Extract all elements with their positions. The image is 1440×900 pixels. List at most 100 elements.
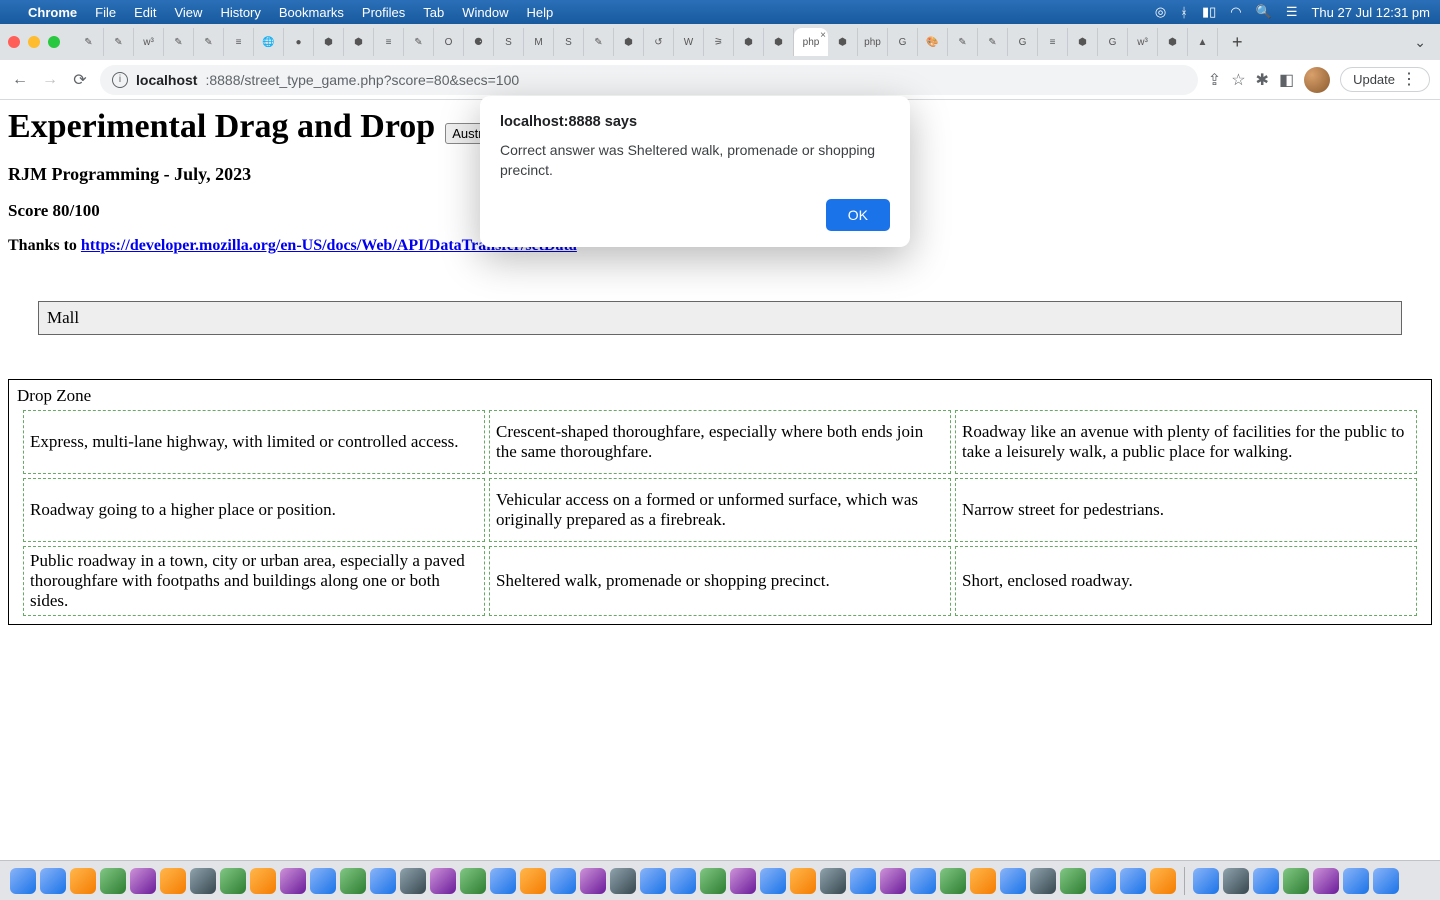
dock-app-icon[interactable] — [220, 868, 246, 894]
site-info-icon[interactable]: i — [112, 72, 128, 88]
drop-cell[interactable]: Sheltered walk, promenade or shopping pr… — [489, 546, 951, 616]
dock-app-icon[interactable] — [730, 868, 756, 894]
browser-tab[interactable]: ✎ — [948, 28, 978, 56]
menu-profiles[interactable]: Profiles — [362, 5, 405, 20]
dock-app-icon[interactable] — [970, 868, 996, 894]
screen-record-icon[interactable]: ◎ — [1155, 4, 1166, 20]
dock-app-icon[interactable] — [700, 868, 726, 894]
browser-tab[interactable]: ⬢ — [344, 28, 374, 56]
bluetooth-icon[interactable]: ᚼ — [1180, 5, 1188, 20]
extensions-icon[interactable]: ✱ — [1256, 70, 1269, 90]
browser-tab[interactable]: ⚈ — [464, 28, 494, 56]
minimize-window-button[interactable] — [28, 36, 40, 48]
sidepanel-icon[interactable]: ◧ — [1279, 70, 1294, 90]
drop-cell[interactable]: Roadway like an avenue with plenty of fa… — [955, 410, 1417, 474]
new-tab-button[interactable]: + — [1224, 32, 1251, 53]
browser-tab[interactable]: ✎ — [164, 28, 194, 56]
update-button[interactable]: Update⋮ — [1340, 67, 1430, 92]
dock-app-icon[interactable] — [340, 868, 366, 894]
browser-tab[interactable]: ≡ — [374, 28, 404, 56]
dock-app-icon[interactable] — [580, 868, 606, 894]
dock-app-icon[interactable] — [1090, 868, 1116, 894]
dock-app-icon[interactable] — [940, 868, 966, 894]
browser-tab[interactable]: ✎ — [74, 28, 104, 56]
dock-app-icon[interactable] — [1193, 868, 1219, 894]
dock-app-icon[interactable] — [820, 868, 846, 894]
menu-window[interactable]: Window — [462, 5, 508, 20]
thanks-link[interactable]: https://developer.mozilla.org/en-US/docs… — [81, 237, 577, 254]
dock-app-icon[interactable] — [160, 868, 186, 894]
dock-app-icon[interactable] — [880, 868, 906, 894]
clock[interactable]: Thu 27 Jul 12:31 pm — [1311, 5, 1430, 20]
menu-history[interactable]: History — [220, 5, 260, 20]
dock-app-icon[interactable] — [40, 868, 66, 894]
bookmark-star-icon[interactable]: ☆ — [1231, 70, 1245, 90]
dock-app-icon[interactable] — [1000, 868, 1026, 894]
browser-tab[interactable]: G — [1098, 28, 1128, 56]
wifi-icon[interactable]: ◠ — [1230, 4, 1241, 20]
browser-tab[interactable]: ⚞ — [704, 28, 734, 56]
browser-tab[interactable]: ⬢ — [1068, 28, 1098, 56]
browser-tab[interactable]: G — [888, 28, 918, 56]
browser-tab[interactable]: ⬢ — [828, 28, 858, 56]
dock-app-icon[interactable] — [1223, 868, 1249, 894]
control-center-icon[interactable]: ☰ — [1286, 4, 1298, 20]
reload-button[interactable]: ⟳ — [70, 70, 90, 90]
dock-app-icon[interactable] — [100, 868, 126, 894]
dock-app-icon[interactable] — [610, 868, 636, 894]
browser-tab[interactable]: w³ — [134, 28, 164, 56]
browser-tab[interactable]: ⬢ — [614, 28, 644, 56]
browser-tab[interactable]: ✎ — [104, 28, 134, 56]
dock-app-icon[interactable] — [370, 868, 396, 894]
maximize-window-button[interactable] — [48, 36, 60, 48]
dock-app-icon[interactable] — [1253, 868, 1279, 894]
browser-tab[interactable]: ✎ — [404, 28, 434, 56]
dock-app-icon[interactable] — [10, 868, 36, 894]
browser-tab[interactable]: ↺ — [644, 28, 674, 56]
dock-app-icon[interactable] — [850, 868, 876, 894]
drop-cell[interactable]: Roadway going to a higher place or posit… — [23, 478, 485, 542]
browser-tab[interactable]: ⬢ — [314, 28, 344, 56]
back-button[interactable]: ← — [10, 71, 30, 89]
forward-button[interactable]: → — [40, 71, 60, 89]
drop-zone[interactable]: Drop Zone Express, multi-lane highway, w… — [8, 379, 1432, 625]
browser-tab[interactable]: 🎨 — [918, 28, 948, 56]
profile-avatar[interactable] — [1304, 67, 1330, 93]
battery-icon[interactable]: ▮▯ — [1202, 4, 1216, 20]
close-window-button[interactable] — [8, 36, 20, 48]
dock-app-icon[interactable] — [790, 868, 816, 894]
dock-app-icon[interactable] — [910, 868, 936, 894]
dock-app-icon[interactable] — [250, 868, 276, 894]
app-name[interactable]: Chrome — [28, 5, 77, 20]
browser-tab-active[interactable]: php× — [794, 28, 828, 56]
drop-cell[interactable]: Crescent-shaped thoroughfare, especially… — [489, 410, 951, 474]
dock-app-icon[interactable] — [1150, 868, 1176, 894]
browser-tab[interactable]: ▲ — [1188, 28, 1218, 56]
dock-app-icon[interactable] — [280, 868, 306, 894]
dock-app-icon[interactable] — [1060, 868, 1086, 894]
browser-tab[interactable]: ● — [284, 28, 314, 56]
tab-close-icon[interactable]: × — [820, 30, 826, 41]
dock-app-icon[interactable] — [760, 868, 786, 894]
browser-tab[interactable]: ⬢ — [734, 28, 764, 56]
street-type-select[interactable]: Australian S — [445, 123, 529, 144]
menu-file[interactable]: File — [95, 5, 116, 20]
dock-app-icon[interactable] — [670, 868, 696, 894]
dock-app-icon[interactable] — [1120, 868, 1146, 894]
dock-app-icon[interactable] — [190, 868, 216, 894]
drop-cell[interactable]: Narrow street for pedestrians. — [955, 478, 1417, 542]
browser-tab[interactable]: W — [674, 28, 704, 56]
dock-app-icon[interactable] — [1030, 868, 1056, 894]
browser-tab[interactable]: ⬢ — [764, 28, 794, 56]
drop-cell[interactable]: Vehicular access on a formed or unformed… — [489, 478, 951, 542]
browser-tab[interactable]: ≡ — [224, 28, 254, 56]
drop-cell[interactable]: Public roadway in a town, city or urban … — [23, 546, 485, 616]
dock-app-icon[interactable] — [70, 868, 96, 894]
dock-app-icon[interactable] — [460, 868, 486, 894]
browser-tab[interactable]: G — [1008, 28, 1038, 56]
browser-tab[interactable]: ⬢ — [1158, 28, 1188, 56]
menu-edit[interactable]: Edit — [134, 5, 156, 20]
dock-app-icon[interactable] — [310, 868, 336, 894]
dock-app-icon[interactable] — [520, 868, 546, 894]
dock-app-icon[interactable] — [640, 868, 666, 894]
